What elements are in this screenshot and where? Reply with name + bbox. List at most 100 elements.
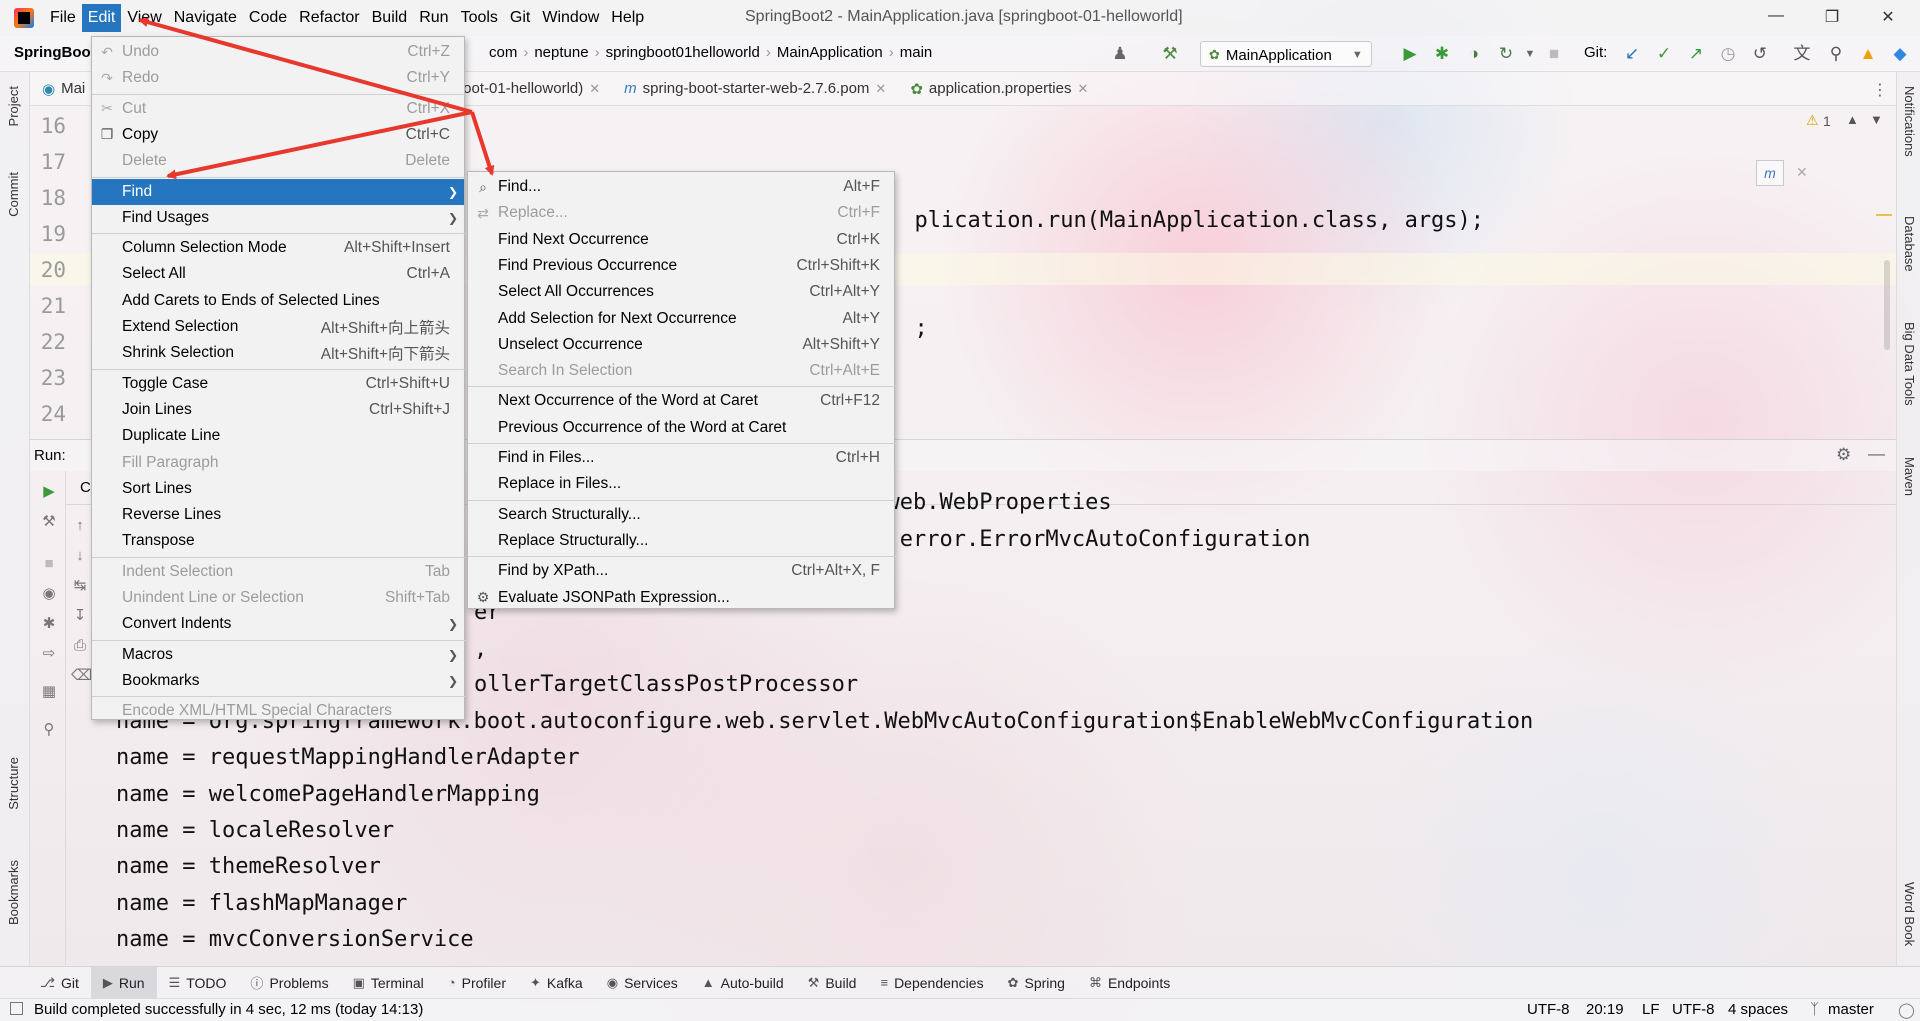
menu-item-search-in-selection[interactable]: Search In Selection Ctrl+Alt+E: [468, 358, 894, 384]
database-tool-button[interactable]: Database: [1902, 216, 1917, 272]
menu-item-find-by-xpath[interactable]: Find by XPath... Ctrl+Alt+X, F: [468, 558, 894, 584]
menu-build[interactable]: Build: [366, 4, 414, 32]
menu-item-search-structurally[interactable]: Search Structurally...: [468, 502, 894, 528]
code-line-18[interactable]: plication.run(MainApplication.class, arg…: [888, 183, 1485, 233]
hide-panel-icon[interactable]: —: [1868, 444, 1885, 464]
pin-icon[interactable]: ⚲: [40, 721, 58, 739]
close-icon[interactable]: ✕: [1878, 7, 1898, 27]
intellij-logo-icon[interactable]: [14, 8, 34, 28]
menu-view[interactable]: View: [121, 4, 167, 32]
menu-item-sort-lines[interactable]: Sort Lines: [92, 476, 464, 502]
tool-window-endpoints[interactable]: ⌘ Endpoints: [1077, 967, 1182, 999]
line-number[interactable]: 24: [30, 402, 66, 426]
warning-icon[interactable]: ⚠: [1806, 112, 1819, 129]
tool-window-terminal[interactable]: ▣ Terminal: [341, 967, 436, 999]
menu-item-redo[interactable]: ↷ Redo Ctrl+Y: [92, 65, 464, 91]
git-update-icon[interactable]: ↙: [1622, 44, 1642, 64]
menu-item-shrink-selection[interactable]: Shrink Selection Alt+Shift+向下箭头: [92, 340, 464, 366]
menu-item-replace-structurally[interactable]: Replace Structurally...: [468, 528, 894, 554]
tool-window-spring[interactable]: ✿ Spring: [996, 967, 1077, 999]
status-message[interactable]: Build completed successfully in 4 sec, 1…: [34, 1001, 423, 1018]
indent-setting[interactable]: 4 spaces: [1728, 1001, 1788, 1018]
menu-item-replace-in-files[interactable]: Replace in Files...: [468, 471, 894, 497]
line-number[interactable]: 19: [30, 222, 66, 246]
menu-item-delete[interactable]: Delete Delete: [92, 148, 464, 174]
tool-window-kafka[interactable]: ✦ Kafka: [518, 967, 595, 999]
menu-code[interactable]: Code: [243, 4, 293, 32]
menu-item-select-all-occurrences[interactable]: Select All Occurrences Ctrl+Alt+Y: [468, 279, 894, 305]
tool-window-profiler[interactable]: ◔ Profiler: [436, 967, 518, 999]
menu-item-reverse-lines[interactable]: Reverse Lines: [92, 502, 464, 528]
menu-item-toggle-case[interactable]: Toggle Case Ctrl+Shift+U: [92, 371, 464, 397]
editor-tab[interactable]: ✿ application.properties ✕: [898, 72, 1100, 106]
translate-icon[interactable]: 文: [1792, 44, 1812, 64]
menu-item-cut[interactable]: ✂ Cut Ctrl+X: [92, 96, 464, 122]
tool-window-build[interactable]: ⚒ Build: [796, 967, 869, 999]
tool-window-auto-build[interactable]: ▲ Auto-build: [690, 967, 796, 999]
menu-item-indent-selection[interactable]: Indent Selection Tab: [92, 559, 464, 585]
menu-item-unindent-line-or-selection[interactable]: Unindent Line or Selection Shift+Tab: [92, 585, 464, 611]
bookmarks-tool-button[interactable]: Bookmarks: [6, 860, 21, 925]
menu-file[interactable]: File: [44, 4, 82, 32]
rerun-icon[interactable]: ▶: [40, 483, 58, 501]
print-icon[interactable]: ⎙: [71, 637, 89, 655]
tab-close-icon[interactable]: ✕: [875, 81, 886, 97]
menu-item-add-selection-for-next-occurrence[interactable]: Add Selection for Next Occurrence Alt+Y: [468, 306, 894, 332]
prev-highlight-icon[interactable]: ▲: [1846, 112, 1859, 127]
maven-reload-icon[interactable]: m: [1756, 160, 1784, 186]
tool-window-todo[interactable]: ☰ TODO: [157, 967, 239, 999]
maven-reload-close-icon[interactable]: ✕: [1796, 164, 1808, 181]
tool-window-services[interactable]: ◉ Services: [595, 967, 690, 999]
line-number[interactable]: 18: [30, 186, 66, 210]
editor-scrollbar-thumb[interactable]: [1884, 260, 1890, 350]
menu-help[interactable]: Help: [605, 4, 650, 32]
breadcrumb-item[interactable]: springboot01helloworld: [602, 44, 764, 61]
hammer-build-icon[interactable]: ⚒: [1160, 44, 1180, 64]
tab-close-icon[interactable]: ✕: [589, 81, 600, 97]
menu-item-previous-occurrence-of-the-word-at-caret[interactable]: Previous Occurrence of the Word at Caret: [468, 415, 894, 441]
breadcrumb-item[interactable]: MainApplication: [773, 44, 887, 61]
breadcrumb-item[interactable]: main: [896, 44, 937, 61]
tool-window-problems[interactable]: ⓘ Problems: [238, 967, 340, 999]
menu-item-replace[interactable]: ⇄ Replace... Ctrl+F: [468, 200, 894, 226]
line-number[interactable]: 16: [30, 114, 66, 138]
menu-item-evaluate-jsonpath-expression[interactable]: ⚙ Evaluate JSONPath Expression...: [468, 585, 894, 611]
project-tool-button[interactable]: Project: [6, 86, 21, 126]
line-number[interactable]: 17: [30, 150, 66, 174]
next-highlight-icon[interactable]: ▼: [1870, 112, 1883, 127]
status-toggle-icon[interactable]: [10, 1002, 23, 1015]
structure-tool-button[interactable]: Structure: [6, 757, 21, 810]
camera-icon[interactable]: ◉: [40, 585, 58, 603]
scroll-down-icon[interactable]: ↓: [71, 547, 89, 565]
coverage-icon[interactable]: ◑: [1464, 44, 1484, 64]
menu-item-find-next-occurrence[interactable]: Find Next Occurrence Ctrl+K: [468, 227, 894, 253]
word-book-tool-button[interactable]: Word Book: [1902, 882, 1917, 946]
maven-tool-button[interactable]: Maven: [1902, 457, 1917, 496]
debug-bug-icon[interactable]: ✱: [40, 615, 58, 633]
menu-refactor[interactable]: Refactor: [293, 4, 365, 32]
run-config-selector[interactable]: ✿ MainApplication ▼: [1200, 41, 1372, 67]
tool-window-run[interactable]: ▶ Run: [90, 966, 157, 999]
menu-item-bookmarks[interactable]: Bookmarks ❯: [92, 668, 464, 694]
tool-window-dependencies[interactable]: ≡ Dependencies: [868, 967, 995, 999]
jetbrains-toolbox-icon[interactable]: ◆: [1890, 44, 1910, 64]
menu-item-unselect-occurrence[interactable]: Unselect Occurrence Alt+Shift+Y: [468, 332, 894, 358]
menu-tools[interactable]: Tools: [455, 4, 504, 32]
search-everywhere-icon[interactable]: ⚲: [1826, 44, 1846, 64]
line-number[interactable]: 20: [30, 258, 66, 282]
ide-update-icon[interactable]: ▲: [1858, 44, 1878, 64]
menu-item-join-lines[interactable]: Join Lines Ctrl+Shift+J: [92, 397, 464, 423]
layout-icon[interactable]: ▦: [40, 683, 58, 701]
commit-tool-button[interactable]: Commit: [6, 172, 21, 217]
settings-gear-icon[interactable]: ⚙: [1836, 445, 1851, 465]
run-settings-wrench-icon[interactable]: ⚒: [40, 513, 58, 531]
scroll-up-icon[interactable]: ↑: [71, 517, 89, 535]
minimize-icon[interactable]: —: [1766, 7, 1786, 25]
menu-item-macros[interactable]: Macros ❯: [92, 642, 464, 668]
menu-item-column-selection-mode[interactable]: Column Selection Mode Alt+Shift+Insert: [92, 235, 464, 261]
menu-item-fill-paragraph[interactable]: Fill Paragraph: [92, 450, 464, 476]
menu-window[interactable]: Window: [536, 4, 605, 32]
file-encoding-2[interactable]: UTF-8: [1672, 1001, 1715, 1018]
big-data-tools-button[interactable]: Big Data Tools: [1902, 322, 1917, 406]
editor-tab[interactable]: ◉ Mai: [30, 72, 97, 106]
